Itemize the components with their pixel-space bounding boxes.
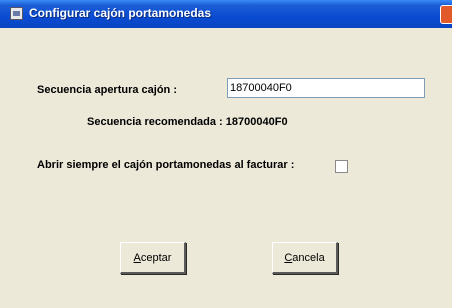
cancel-mnemonic: C xyxy=(284,251,293,264)
recommended-sequence-text: Secuencia recomendada : 18700040F0 xyxy=(87,116,288,128)
close-button[interactable] xyxy=(440,5,452,24)
app-window-icon xyxy=(10,7,23,20)
sequence-label: Secuencia apertura cajón : xyxy=(37,84,177,96)
cancel-button[interactable]: Cancela xyxy=(272,242,338,274)
cancel-label-rest: ancela xyxy=(292,251,325,264)
always-open-label: Abrir siempre el cajón portamonedas al f… xyxy=(37,159,295,171)
accept-mnemonic: A xyxy=(133,251,141,264)
title-bar[interactable]: Configurar cajón portamonedas xyxy=(0,0,452,28)
accept-label-rest: ceptar xyxy=(140,251,172,264)
accept-button[interactable]: Aceptar xyxy=(120,242,186,274)
always-open-checkbox[interactable] xyxy=(335,160,348,173)
window-title: Configurar cajón portamonedas xyxy=(29,6,212,20)
sequence-input[interactable] xyxy=(227,78,425,98)
dialog-window: Configurar cajón portamonedas Secuencia … xyxy=(0,0,452,308)
